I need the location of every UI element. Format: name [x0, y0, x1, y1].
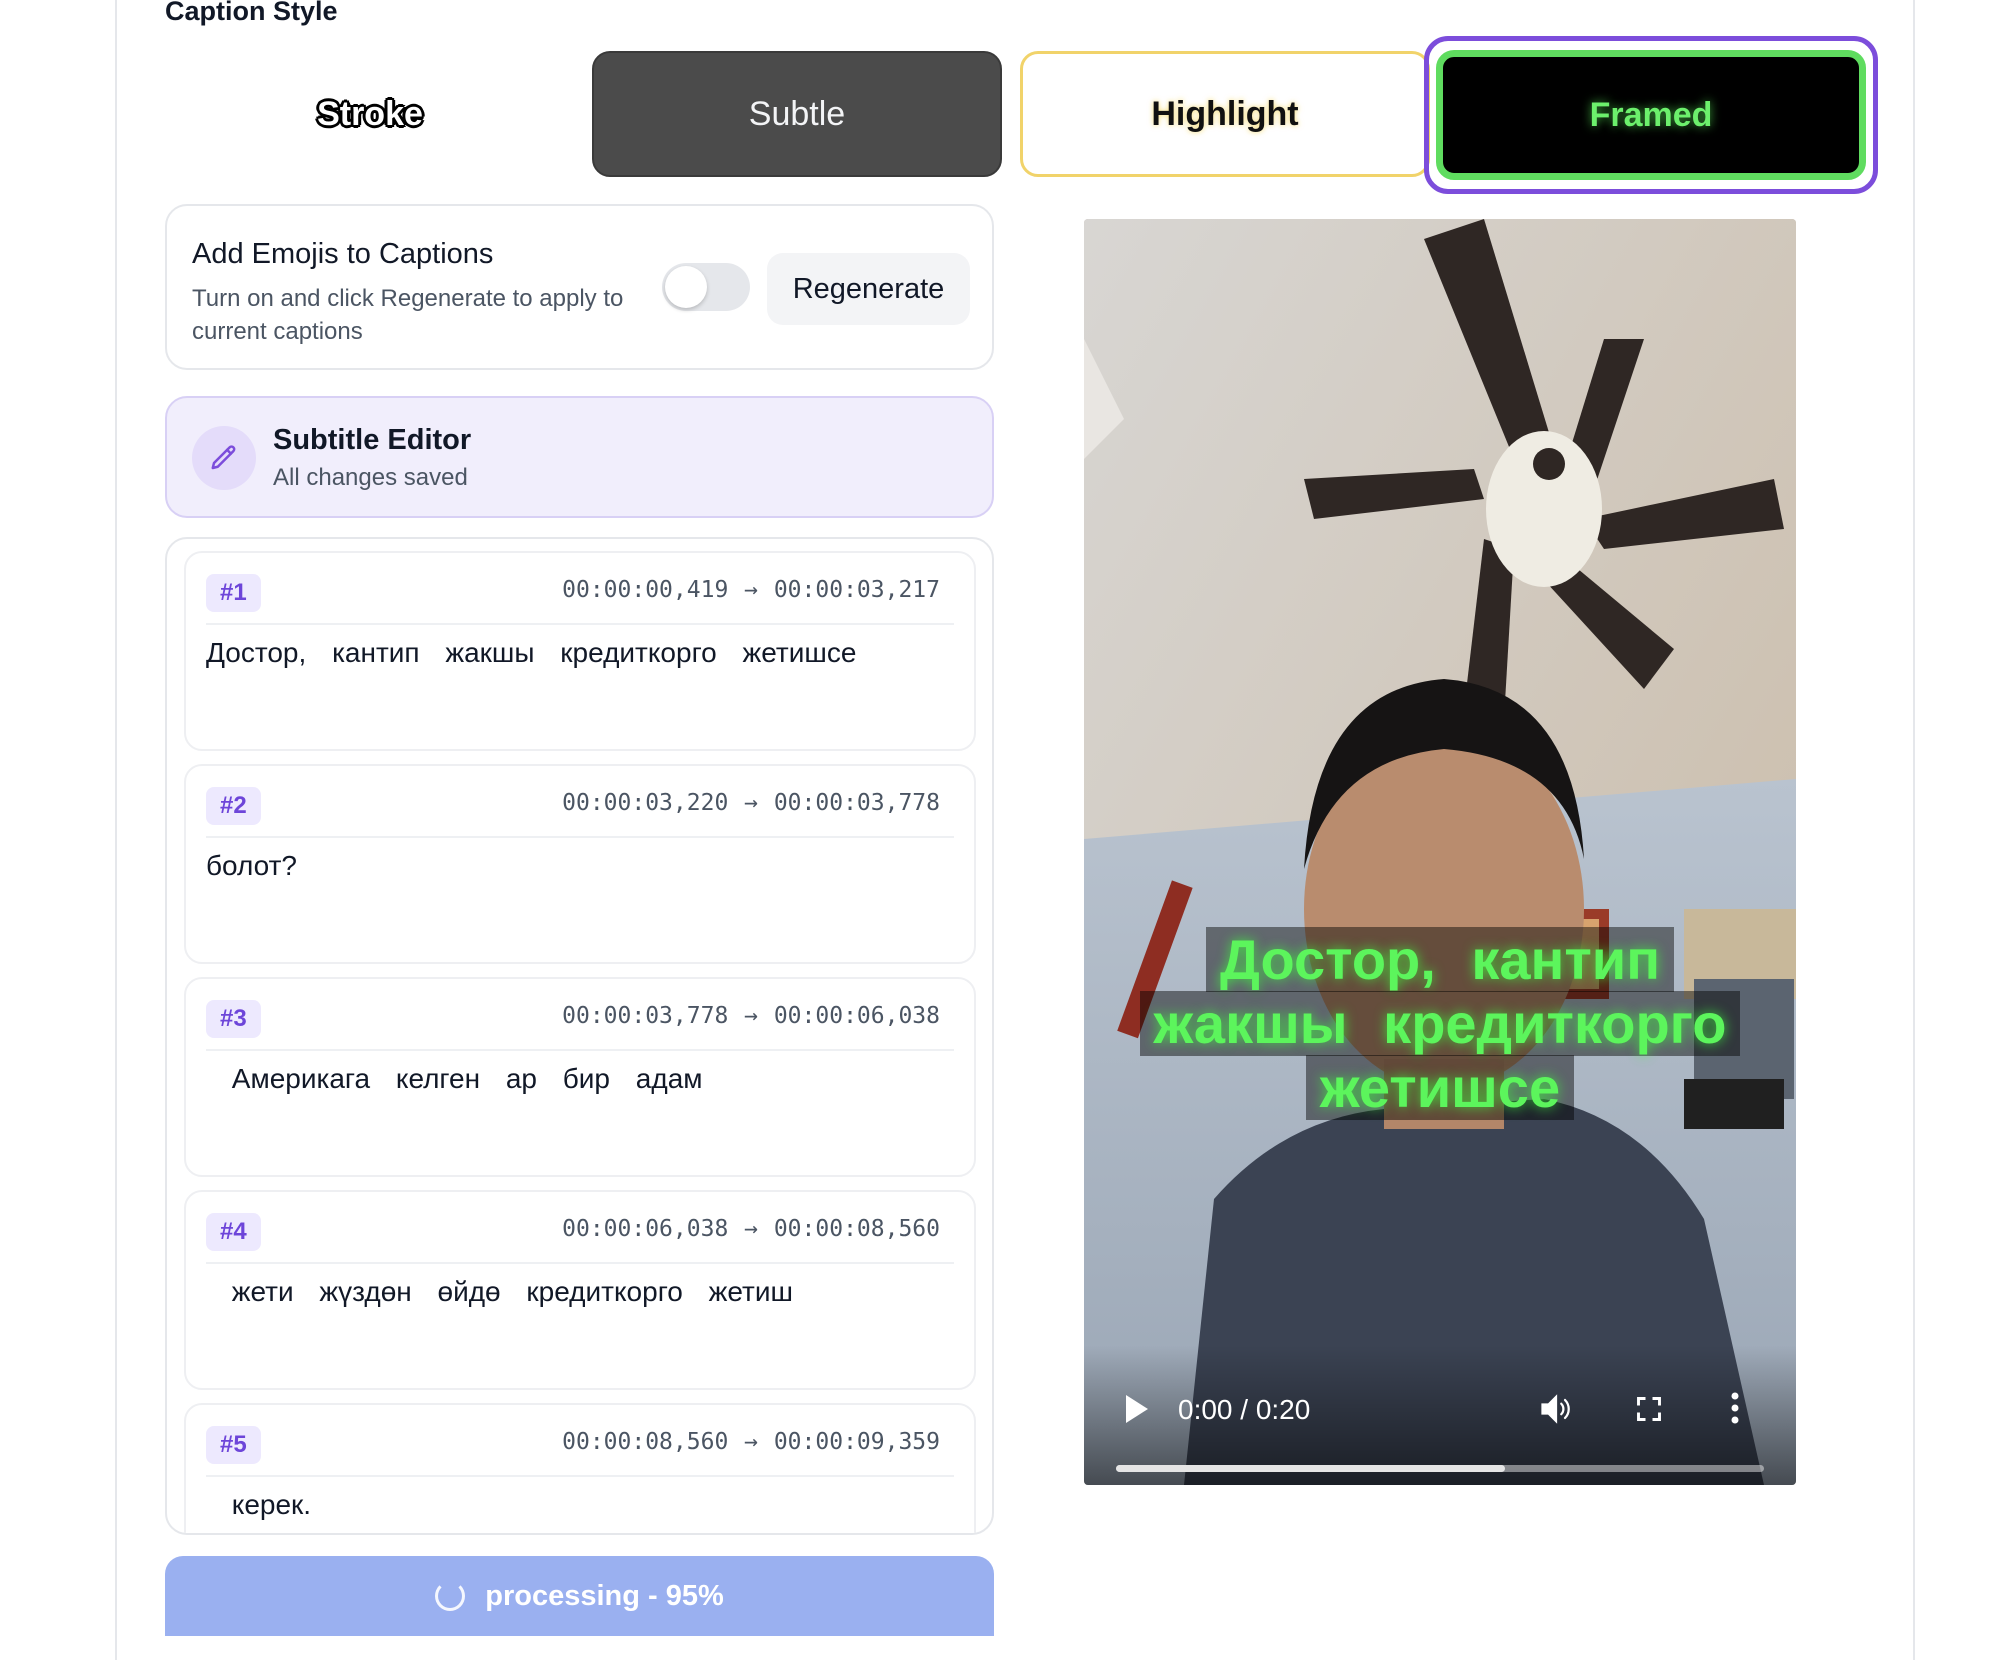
subtitle-index: #5: [206, 1426, 261, 1464]
style-option-framed[interactable]: Framed: [1436, 50, 1866, 180]
video-frame: [1084, 219, 1796, 1485]
volume-icon[interactable]: [1538, 1391, 1574, 1432]
regenerate-button[interactable]: Regenerate: [767, 253, 970, 325]
divider: [206, 623, 954, 625]
style-option-label: Stroke: [317, 94, 423, 133]
subtitle-text[interactable]: болот?: [206, 850, 297, 882]
spinner-icon: [435, 1581, 466, 1611]
emoji-card-description: Turn on and click Regenerate to apply to…: [192, 285, 624, 345]
processing-status-button: processing - 95%: [165, 1556, 994, 1636]
subtitle-index: #4: [206, 1213, 261, 1251]
play-icon[interactable]: [1122, 1393, 1150, 1430]
subtitle-item[interactable]: #1 00:00:00,419 → 00:00:03,217 Достор, к…: [184, 551, 976, 751]
subtitle-text[interactable]: жети жүздөн өйдө кредиткорго жетиш: [206, 1276, 793, 1308]
save-status: All changes saved: [273, 464, 468, 491]
divider: [206, 1049, 954, 1051]
emoji-toggle[interactable]: [662, 263, 750, 311]
subtitle-index: #2: [206, 787, 261, 825]
subtitle-timecode: 00:00:00,419 → 00:00:03,217: [562, 577, 940, 603]
style-option-label: Framed: [1589, 95, 1713, 134]
divider: [206, 836, 954, 838]
subtitle-text[interactable]: керек.: [206, 1489, 311, 1521]
subtitle-index: #1: [206, 574, 261, 612]
subtitle-editor-header: Subtitle Editor All changes saved: [165, 396, 994, 518]
style-option-label: Highlight: [1151, 94, 1299, 133]
subtitle-timecode: 00:00:08,560 → 00:00:09,359: [562, 1429, 940, 1455]
video-time: 0:00 / 0:20: [1178, 1394, 1311, 1425]
subtitle-item[interactable]: #5 00:00:08,560 → 00:00:09,359 керек.: [184, 1403, 976, 1533]
editor-title: Subtitle Editor: [273, 424, 472, 456]
pencil-icon: [192, 426, 256, 490]
video-caption-line: жетишсе: [1084, 1055, 1796, 1120]
subtitle-list[interactable]: #1 00:00:00,419 → 00:00:03,217 Достор, к…: [165, 537, 994, 1535]
style-option-stroke[interactable]: Stroke: [165, 51, 575, 177]
emoji-card-title: Add Emojis to Captions: [192, 238, 494, 270]
subtitle-index: #3: [206, 1000, 261, 1038]
subtitle-timecode: 00:00:03,778 → 00:00:06,038: [562, 1003, 940, 1029]
style-option-highlight[interactable]: Highlight: [1020, 51, 1430, 177]
toggle-knob: [665, 266, 707, 308]
video-controls: 0:00 / 0:20: [1084, 1345, 1796, 1485]
style-option-subtle[interactable]: Subtle: [592, 51, 1002, 177]
subtitle-timecode: 00:00:06,038 → 00:00:08,560: [562, 1216, 940, 1242]
caption-style-title: Caption Style: [165, 0, 338, 26]
subtitle-timecode: 00:00:03,220 → 00:00:03,778: [562, 790, 940, 816]
processing-label: processing - 95%: [485, 1579, 724, 1612]
video-progress-track[interactable]: [1116, 1465, 1764, 1472]
divider: [206, 1475, 954, 1477]
video-caption-line: Достор, кантип: [1084, 927, 1796, 992]
fullscreen-icon[interactable]: [1635, 1395, 1663, 1428]
divider: [206, 1262, 954, 1264]
video-progress-fill: [1116, 1465, 1505, 1472]
video-player[interactable]: Достор, кантип жакшы кредиткорго жетишсе…: [1084, 219, 1796, 1485]
more-options-icon[interactable]: [1730, 1391, 1740, 1430]
subtitle-text[interactable]: Америкага келген ар бир адам: [206, 1063, 703, 1095]
subtitle-item[interactable]: #2 00:00:03,220 → 00:00:03,778 болот?: [184, 764, 976, 964]
style-option-label: Subtle: [748, 94, 846, 133]
subtitle-item[interactable]: #4 00:00:06,038 → 00:00:08,560 жети жүзд…: [184, 1190, 976, 1390]
subtitle-text[interactable]: Достор, кантип жакшы кредиткорго жетишсе: [206, 637, 856, 669]
emoji-settings-card: Add Emojis to Captions Turn on and click…: [165, 204, 994, 370]
video-caption-line: жакшы кредиткорго: [1084, 991, 1796, 1056]
subtitle-item[interactable]: #3 00:00:03,778 → 00:00:06,038 Америкага…: [184, 977, 976, 1177]
